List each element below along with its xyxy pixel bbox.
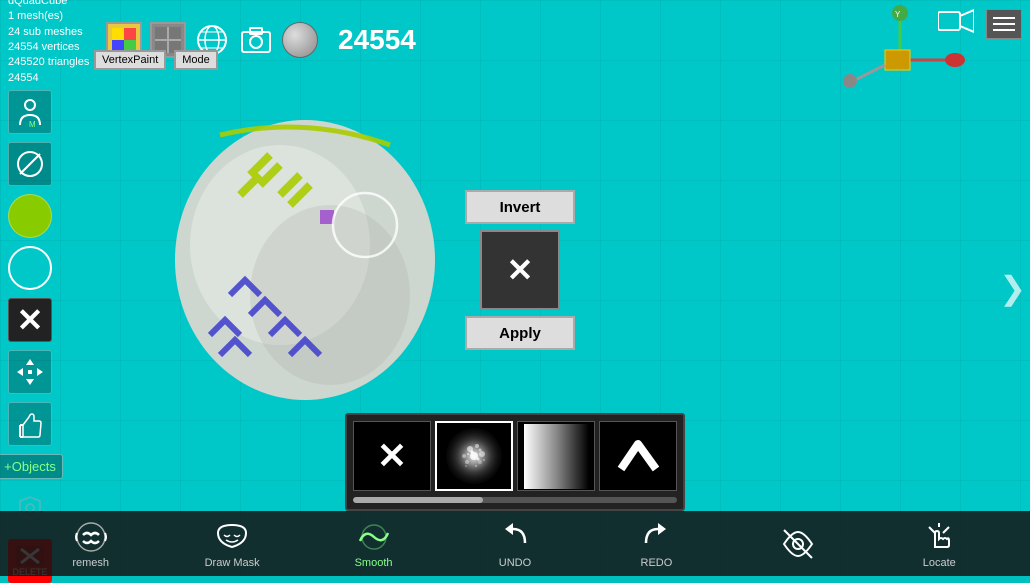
remesh-icon: [73, 519, 109, 555]
draw-mask-label: Draw Mask: [205, 557, 260, 569]
sub-meshes: 24 sub meshes: [8, 25, 98, 40]
brush-progress-fill: [353, 497, 483, 503]
locate-label: Locate: [923, 557, 956, 569]
invert-preview-box[interactable]: ✕: [480, 230, 560, 310]
vertices: 24554 vertices: [8, 40, 98, 55]
mode-buttons: VertexPaint Mode: [90, 50, 218, 70]
invert-button[interactable]: Invert: [465, 190, 575, 224]
draw-mask-button[interactable]: Draw Mask: [202, 519, 262, 569]
bottom-toolbar: remesh Draw Mask Smooth: [0, 511, 1030, 576]
locate-icon: [921, 519, 957, 555]
undo-label: UNDO: [499, 557, 531, 569]
smooth-label: Smooth: [355, 557, 393, 569]
redo-icon: [638, 519, 674, 555]
hide-icon: [780, 526, 816, 562]
sphere-preview: [282, 22, 318, 58]
dark-x-button[interactable]: ✕: [8, 298, 52, 342]
add-objects-label: +Objects: [4, 459, 56, 474]
brush-gradient-item[interactable]: [517, 421, 595, 491]
redo-button[interactable]: REDO: [626, 519, 686, 569]
brush-row: ✕: [353, 421, 677, 491]
mesh-info: dQuadCube 1 mesh(es) 24 sub meshes 24554…: [8, 0, 98, 86]
top-right-icons: [938, 8, 1022, 40]
locate-button[interactable]: Locate: [909, 519, 969, 569]
left-sidebar: M ✕ +Objects: [0, 80, 60, 583]
hide-button[interactable]: [768, 526, 828, 562]
object-count-display: 24554: [338, 24, 416, 56]
like-icon-button[interactable]: [8, 402, 52, 446]
draw-mask-icon: [214, 519, 250, 555]
remesh-label: remesh: [72, 557, 109, 569]
circle-outline-button[interactable]: [8, 246, 52, 290]
undo-icon: [497, 519, 533, 555]
camera-icon[interactable]: [238, 22, 274, 58]
mode-button[interactable]: Mode: [174, 50, 218, 70]
brush-panel: ✕: [345, 413, 685, 511]
smooth-icon: [356, 519, 392, 555]
app-title: dQuadCube: [8, 0, 98, 9]
vertex-paint-button[interactable]: VertexPaint: [94, 50, 166, 70]
person-icon-button[interactable]: M: [8, 90, 52, 134]
mesh-count: 1 mesh(es): [8, 9, 98, 24]
remesh-button[interactable]: remesh: [61, 519, 121, 569]
redo-label: REDO: [641, 557, 673, 569]
svg-text:M: M: [29, 120, 36, 127]
video-camera-icon[interactable]: [938, 8, 974, 40]
brush-noise-item[interactable]: [435, 421, 513, 491]
apply-button[interactable]: Apply: [465, 316, 575, 350]
invert-apply-panel: Invert ✕ Apply: [460, 190, 580, 350]
green-dot-button[interactable]: [8, 194, 52, 238]
brush-chevron-item[interactable]: [599, 421, 677, 491]
smooth-button[interactable]: Smooth: [344, 519, 404, 569]
triangles: 245520 triangles: [8, 55, 98, 70]
top-bar: dQuadCube 1 mesh(es) 24 sub meshes 24554…: [0, 0, 1030, 80]
right-arrow-button[interactable]: ❯: [999, 269, 1026, 307]
add-objects-button[interactable]: +Objects: [0, 454, 63, 479]
brush-x-item[interactable]: ✕: [353, 421, 431, 491]
undo-button[interactable]: UNDO: [485, 519, 545, 569]
menu-icon[interactable]: [986, 9, 1022, 39]
move-transform-button[interactable]: [8, 350, 52, 394]
slash-icon-button[interactable]: [8, 142, 52, 186]
brush-progress-bar[interactable]: [353, 497, 677, 503]
3d-head-object[interactable]: [150, 95, 470, 415]
